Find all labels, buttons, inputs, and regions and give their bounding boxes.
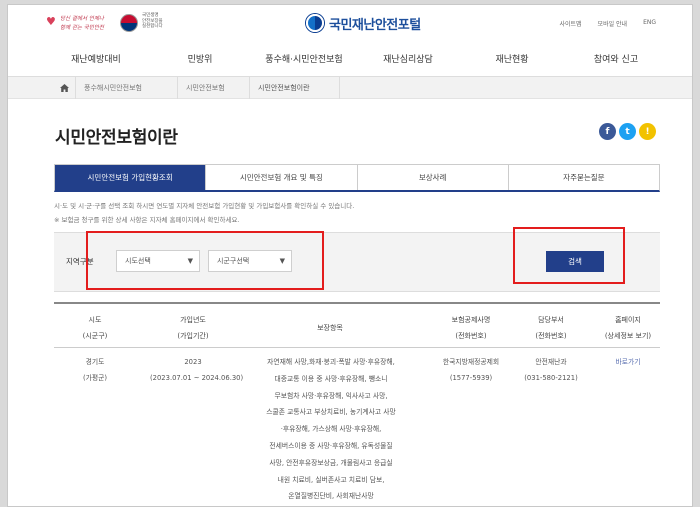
portal-emblem-icon [306,14,324,32]
breadcrumb-item[interactable]: 시민안전보험 [178,77,250,99]
results-table: 시도 (시군구) 가입년도 (가입기간) 보장항목 보험공제사명 (전화번호) 담당부… [54,302,660,506]
cell-dept: 안전재난과 (031-580-2121) [524,358,578,382]
cell-insurer: 한국지방재정공제회 (1577-5939) [442,358,500,382]
cell-region: 경기도 (가평군) [82,358,108,382]
header-benefits: 보장항목 [317,324,343,332]
homepage-link[interactable]: 바로가기 [592,354,664,370]
mobile-guide-link[interactable]: 모바일 안내 [598,19,628,28]
portal-logo[interactable]: 국민재난안전포털 [306,12,421,34]
portal-name: 국민재난안전포털 [329,17,421,33]
heart-icon: ♥ [46,15,56,28]
breadcrumb: 풍수해시민안전보험 시민안전보험 시민안전보험이란 [8,77,692,99]
gov-text-3: 실천합니다 [142,24,163,29]
nav-item-insurance[interactable]: 풍수해·시민안전보험 [252,43,356,76]
tab-faq[interactable]: 자주묻는질문 [509,165,659,190]
government-motto: 국민생명 안전보장을 실천합니다 [142,13,172,30]
highlight-box [86,231,324,290]
nav-item-report[interactable]: 참여와 신고 [564,43,668,76]
header-dept: 담당부서 (전화번호) [535,316,567,340]
taegukgi-icon [120,14,138,32]
utility-links: 사이트맵 모바일 안내 ENG [559,19,656,28]
table-row: 경기도 (가평군) 2023 (2023.07.01 ~ 2024.06.30) 자… [54,348,660,506]
notice-text: ※ 보험금 청구를 위한 상세 사항은 지자체 홈페이지에서 확인하세요. [54,216,240,224]
header-homepage: 홈페이지 (상세정보 보기) [604,316,652,340]
share-buttons: f t ! [599,123,656,140]
top-header: ♥ 당신 곁에서 언제나 함께 걷는 국민안전 국민생명 안전보장을 실천합니다… [8,5,692,43]
tab-compensation-cases[interactable]: 보상사례 [358,165,509,190]
kakaostory-icon[interactable]: ! [639,123,656,140]
home-icon[interactable] [54,77,76,99]
breadcrumb-current: 시민안전보험이란 [250,77,340,99]
slogan-logo[interactable]: ♥ 당신 곁에서 언제나 함께 걷는 국민안전 [46,12,118,34]
tab-overview[interactable]: 시민안전보험 개요 및 특징 [206,165,358,190]
english-link[interactable]: ENG [643,19,656,28]
cell-year: 2023 (2023.07.01 ~ 2024.06.30) [150,358,244,382]
breadcrumb-item[interactable]: 풍수해시민안전보험 [76,77,178,99]
slogan-line-1: 당신 곁에서 언제나 [60,16,104,22]
cell-benefits: 자연재해 사망,화재·붕괴·폭발 사망·후유장해, 대중교통 이용 중 사망·후… [266,358,396,501]
header-insurer: 보험공제사명 (전화번호) [451,316,491,340]
content-tabs: 시민안전보험 가입현황조회 시민안전보험 개요 및 특징 보상사례 자주묻는질문 [54,164,660,192]
page-title: 시민안전보험이란 [55,128,178,148]
nav-item-civil-defense[interactable]: 민방위 [148,43,252,76]
nav-item-prevention[interactable]: 재난예방대비 [44,43,148,76]
header-region: 시도 (시군구) [82,316,108,340]
main-nav: 재난예방대비 민방위 풍수해·시민안전보험 재난심리상담 재난현황 참여와 신고 [8,43,692,77]
table-header: 시도 (시군구) 가입년도 (가입기간) 보장항목 보험공제사명 (전화번호) 담당부… [54,302,660,348]
header-year: 가입년도 (가입기간) [177,316,209,340]
tab-subscription-lookup[interactable]: 시민안전보험 가입현황조회 [55,165,207,190]
browser-page: ♥ 당신 곁에서 언제나 함께 걷는 국민안전 국민생명 안전보장을 실천합니다… [7,4,693,507]
notice-text: 시·도 및 시·군·구를 선택 조회 하시면 연도별 지자체 안전보험 가입현황… [54,202,355,210]
twitter-icon[interactable]: t [619,123,636,140]
sitemap-link[interactable]: 사이트맵 [559,19,581,28]
nav-item-status[interactable]: 재난현황 [460,43,564,76]
facebook-icon[interactable]: f [599,123,616,140]
nav-item-counseling[interactable]: 재난심리상담 [356,43,460,76]
highlight-box [513,227,625,284]
slogan-line-2: 함께 걷는 국민안전 [60,25,104,31]
